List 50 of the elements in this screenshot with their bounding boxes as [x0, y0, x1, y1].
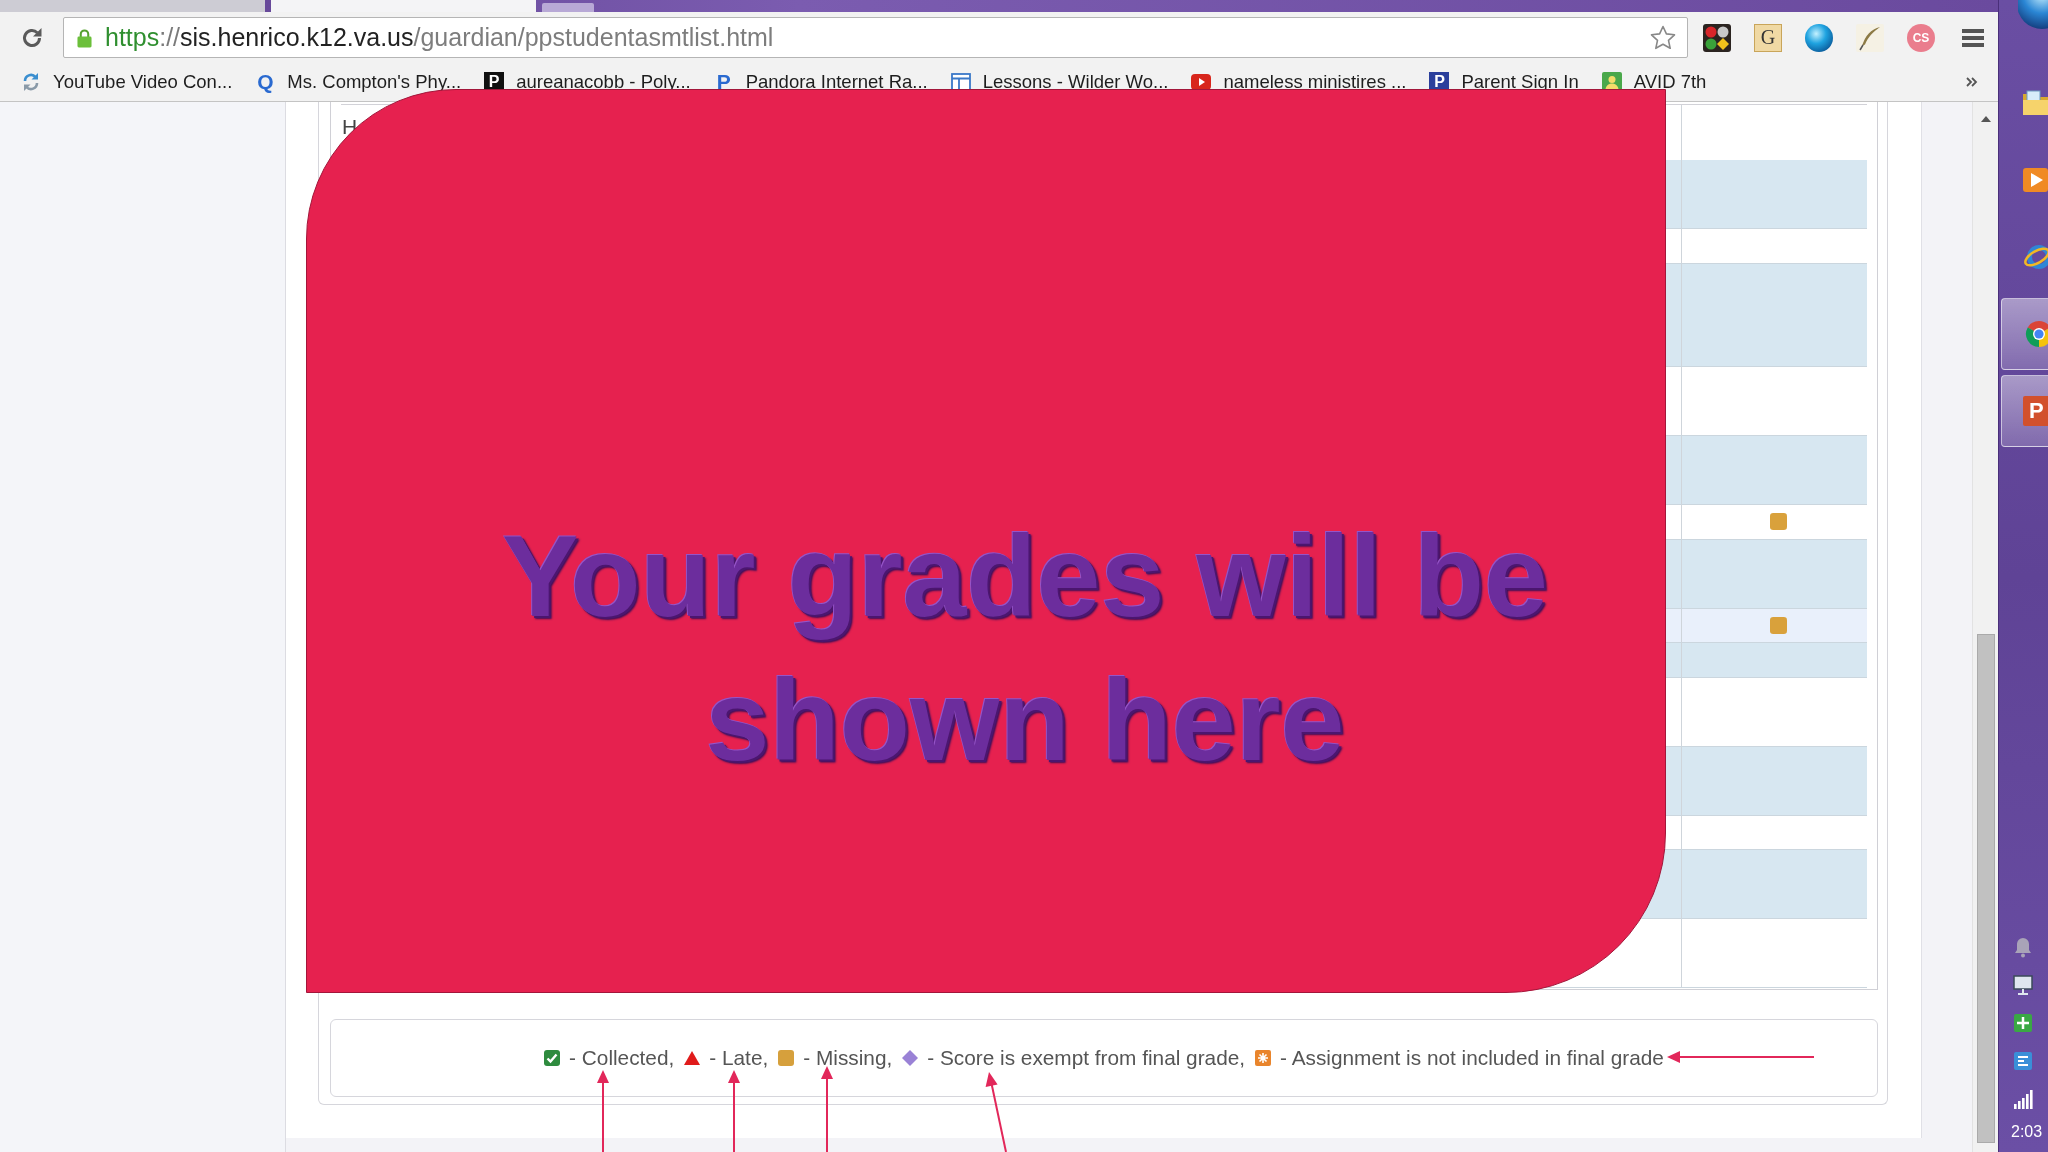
circular-arrows-icon — [21, 72, 41, 92]
extension-button[interactable]: G — [1754, 23, 1782, 52]
letter-logo: P — [715, 71, 732, 93]
orb-icon[interactable] — [2018, 0, 2048, 30]
sphere-icon[interactable] — [1805, 23, 1833, 52]
letter-logo: Q — [256, 71, 275, 93]
signal-icon[interactable] — [2013, 1088, 2033, 1110]
taskbar-button[interactable] — [2001, 298, 2048, 370]
check-icon — [544, 1050, 561, 1066]
person-icon — [1601, 72, 1622, 92]
bookmark[interactable]: Q Ms. Compton's Phy... — [255, 71, 462, 93]
window-icon — [950, 72, 971, 92]
letter-logo: P — [1429, 72, 1450, 92]
scrollbar[interactable] — [1972, 102, 1998, 1152]
scrollbar-thumb[interactable] — [1976, 634, 1995, 1143]
cross-tile-icon[interactable] — [2013, 1012, 2033, 1034]
legend-label: - Score is exempt from final grade, — [927, 1046, 1246, 1070]
letter-logo: P — [2023, 396, 2048, 426]
bookmark[interactable]: P Pandora Internet Ra... — [713, 71, 928, 93]
bell-icon[interactable] — [2013, 936, 2033, 958]
triangle-icon — [684, 1050, 701, 1066]
letter-logo: P — [484, 72, 505, 92]
title-text: Your grades will be shown here — [501, 511, 1549, 786]
clock[interactable]: 2:03 — [2011, 1123, 2048, 1141]
feather-icon[interactable] — [1856, 23, 1884, 52]
folder-icon[interactable] — [2022, 88, 2048, 118]
monitor-icon[interactable] — [2013, 974, 2033, 996]
bookmark[interactable]: YouTube Video Con... — [21, 71, 233, 93]
address-bar[interactable]: https://sis.henrico.k12.va.us/guardian/ppstudentasmtlist.html — [63, 17, 1688, 58]
play-icon — [1191, 72, 1212, 92]
diamond-icon — [902, 1050, 919, 1066]
reload-icon[interactable] — [20, 25, 44, 50]
dots-icon[interactable] — [1703, 23, 1731, 52]
bookmark[interactable]: nameless ministires ... — [1191, 71, 1407, 93]
legend-label: - Collected, — [569, 1046, 675, 1070]
tricolor-circle-icon — [2023, 319, 2048, 349]
asterisk-icon — [1255, 1050, 1272, 1066]
lock-icon — [77, 27, 92, 48]
square-icon — [778, 1050, 795, 1066]
play-icon[interactable] — [2022, 165, 2048, 195]
up-arrow-icon[interactable] — [1980, 116, 1991, 122]
taskbar-button[interactable]: P — [2001, 375, 2048, 447]
legend-label: - Assignment is not included in final grade — [1280, 1046, 1664, 1070]
legend-label: - Missing, — [803, 1046, 893, 1070]
double-chevron-icon[interactable] — [1965, 75, 1979, 89]
ring-icon[interactable] — [2022, 242, 2048, 272]
legend-label: - Late, — [709, 1046, 769, 1070]
lines-tile-icon[interactable] — [2013, 1050, 2033, 1072]
menu-icon[interactable] — [1962, 27, 1984, 48]
star-icon[interactable] — [1650, 25, 1676, 50]
